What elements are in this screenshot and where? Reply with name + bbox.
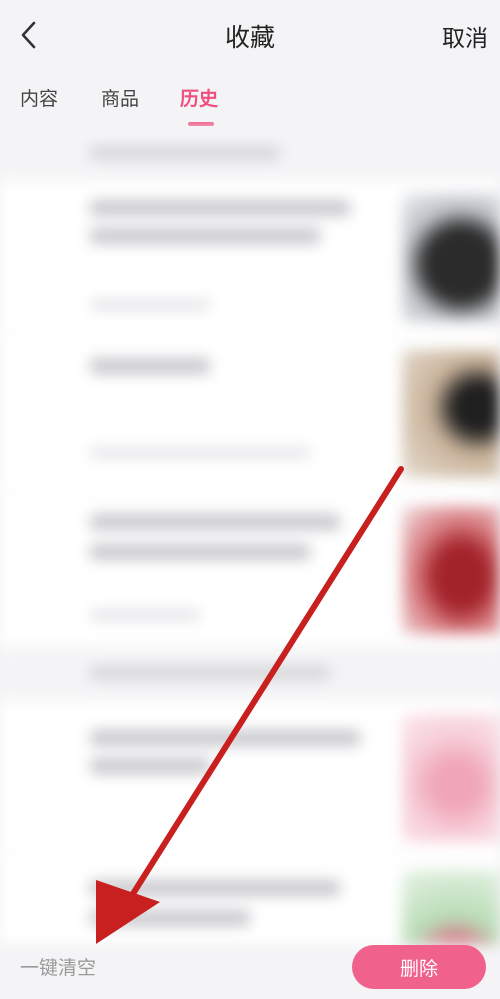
list-item[interactable] [0,856,500,944]
item-thumbnail [402,714,500,842]
list-item[interactable] [0,700,500,856]
item-thumbnail [402,350,500,478]
item-thumbnail [402,194,500,322]
bottom-action-bar: 一键清空 删除 [0,941,500,999]
cancel-button[interactable]: 取消 [442,19,488,53]
tab-bar: 内容 商品 历史 [0,78,500,128]
date-header [0,128,500,180]
header-bar: 收藏 取消 [0,0,500,70]
tab-products[interactable]: 商品 [101,84,139,111]
tab-content[interactable]: 内容 [20,84,58,111]
delete-button[interactable]: 删除 [352,945,486,989]
item-thumbnail [402,870,500,944]
tab-history[interactable]: 历史 [180,84,218,111]
list-item[interactable] [0,492,500,648]
history-list [0,128,500,944]
active-tab-indicator [188,122,214,126]
date-header [0,648,500,700]
item-thumbnail [402,506,500,634]
list-item[interactable] [0,180,500,336]
list-item[interactable] [0,336,500,492]
clear-all-button[interactable]: 一键清空 [20,953,96,980]
page-title: 收藏 [224,23,275,52]
